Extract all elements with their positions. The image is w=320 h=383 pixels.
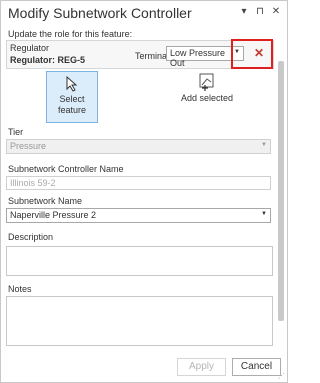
add-selected-label: Add selected [180, 93, 234, 103]
select-feature-button[interactable]: Select feature [46, 71, 98, 123]
close-icon[interactable]: ✕ [271, 6, 281, 17]
resize-grip-icon[interactable]: ⋰ [278, 372, 285, 380]
feature-id: Regulator: REG-5 [10, 55, 86, 65]
chevron-down-icon: ▼ [261, 211, 267, 217]
role-prompt: Update the role for this feature: [8, 29, 133, 39]
terminal-value: Low Pressure Out [170, 48, 226, 68]
description-field[interactable] [6, 246, 273, 276]
window-title: Modify Subnetwork Controller [8, 5, 192, 21]
tier-select[interactable]: Pressure ▼ [6, 139, 271, 154]
subnetwork-name-label: Subnetwork Name [8, 196, 83, 206]
cursor-arrow-icon [66, 75, 78, 92]
chevron-down-icon: ▼ [261, 142, 267, 148]
tier-value: Pressure [10, 141, 47, 151]
scrollbar[interactable] [278, 61, 284, 321]
controller-name-placeholder: Illinois 59-2 [10, 178, 56, 188]
subnetwork-name-select[interactable]: Naperville Pressure 2 ▼ [6, 208, 271, 223]
apply-button[interactable]: Apply [177, 358, 226, 376]
dialog-window: Modify Subnetwork Controller ▾ ⊓ ✕ Updat… [0, 0, 288, 383]
notes-label: Notes [8, 284, 32, 294]
title-controls: ▾ ⊓ ✕ [239, 6, 281, 17]
description-label: Description [8, 232, 54, 242]
pin-icon[interactable]: ⊓ [255, 6, 265, 17]
controller-name-field[interactable]: Illinois 59-2 [6, 176, 271, 190]
feature-type: Regulator [10, 43, 50, 53]
add-selected-icon [199, 73, 214, 91]
select-feature-label: Select feature [57, 94, 87, 115]
add-selected-button[interactable]: Add selected [177, 73, 237, 113]
dropdown-icon[interactable]: ▾ [239, 6, 249, 17]
tier-label: Tier [8, 127, 24, 137]
notes-field[interactable] [6, 296, 273, 346]
subnetwork-name-value: Naperville Pressure 2 [10, 210, 97, 220]
cancel-button[interactable]: Cancel [232, 358, 281, 376]
controller-name-label: Subnetwork Controller Name [8, 164, 124, 174]
remove-feature-icon[interactable]: ✕ [254, 46, 264, 60]
highlight-box [231, 39, 273, 69]
